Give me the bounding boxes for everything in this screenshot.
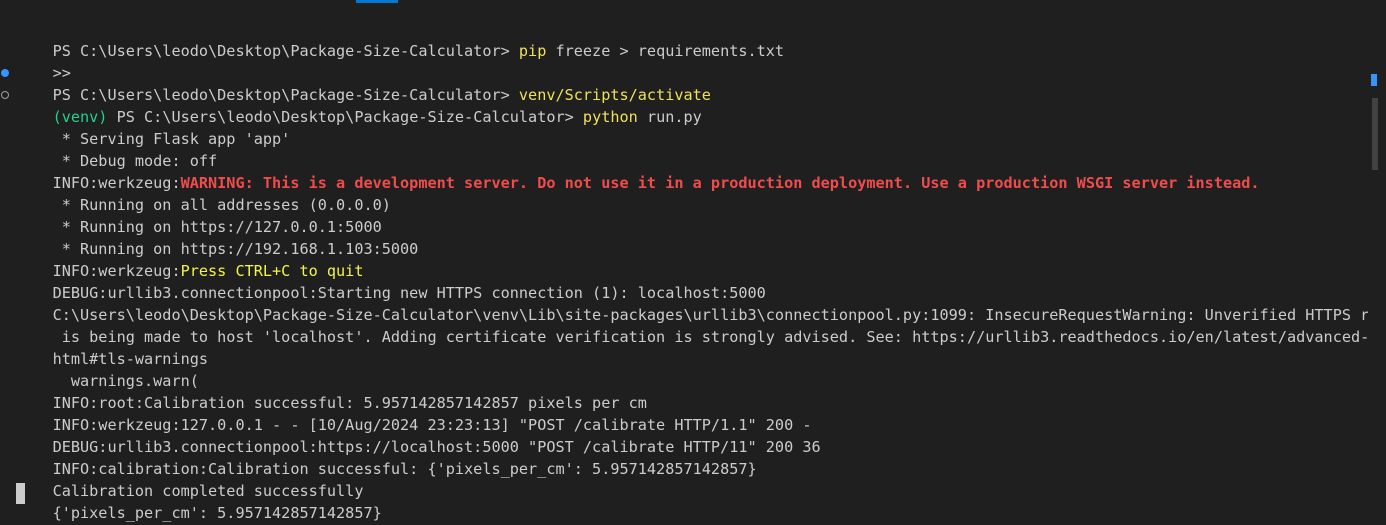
terminal-line-4: (venv) PS C:\Users\leodo\Desktop\Package… [16, 84, 702, 126]
output-text: {'pixels_per_cm': 5.957142857142857} [52, 504, 382, 522]
terminal-line-21: Calibration completed successfully [16, 458, 364, 500]
scrollbar-thumb[interactable] [1372, 98, 1378, 170]
terminal-line-14: is being made to host 'localhost'. Addin… [16, 304, 1386, 346]
command-name: python [582, 108, 638, 126]
command-args: run.py [637, 108, 702, 126]
terminal-line-10: * Running on https://192.168.1.103:5000 [16, 216, 419, 258]
active-tab-indicator [356, 0, 398, 3]
terminal-line-22: {'pixels_per_cm': 5.957142857142857} [16, 480, 382, 522]
terminal-line-6: * Debug mode: off [16, 128, 217, 170]
output-text: is being made to host 'localhost'. Addin… [52, 328, 1386, 346]
terminal-line-20: INFO:calibration:Calibration successful:… [16, 436, 757, 478]
terminal-line-2: >> [16, 40, 71, 82]
terminal-line-12: DEBUG:urllib3.connectionpool:Starting ne… [16, 260, 766, 302]
terminal-cursor [16, 483, 25, 504]
terminal-line-15: html#tls-warnings [16, 326, 208, 368]
command-name: pip [518, 42, 547, 60]
terminal-line-8: * Running on all addresses (0.0.0.0) [16, 172, 391, 214]
terminal-line-7: INFO:werkzeug:WARNING: This is a develop… [16, 150, 1260, 192]
terminal-output[interactable]: PS C:\Users\leodo\Desktop\Package-Size-C… [0, 18, 1386, 525]
terminal-line-9: * Running on https://127.0.0.1:5000 [16, 194, 382, 236]
terminal-line-5: * Serving Flask app 'app' [16, 106, 291, 148]
terminal-line-1: PS C:\Users\leodo\Desktop\Package-Size-C… [16, 18, 785, 60]
terminal-line-13: C:\Users\leodo\Desktop\Package-Size-Calc… [16, 282, 1386, 324]
terminal-line-18: INFO:werkzeug:127.0.0.1 - - [10/Aug/2024… [16, 392, 812, 434]
terminal-line-19: DEBUG:urllib3.connectionpool:https://loc… [16, 414, 821, 456]
prompt-text: PS C:\Users\leodo\Desktop\Package-Size-C… [52, 42, 519, 60]
terminal-line-11: INFO:werkzeug:Press CTRL+C to quit [16, 238, 364, 280]
terminal-line-3: PS C:\Users\leodo\Desktop\Package-Size-C… [16, 62, 711, 104]
terminal-line-17: INFO:root:Calibration successful: 5.9571… [16, 370, 647, 412]
terminal-line-16: warnings.warn( [16, 348, 199, 390]
scrollbar-overview-marker [1371, 74, 1377, 86]
command-running-dot-icon[interactable] [1, 91, 9, 99]
command-success-dot-icon[interactable] [1, 69, 9, 77]
terminal-scrollbar[interactable] [1368, 18, 1386, 525]
command-args: freeze > requirements.txt [546, 42, 785, 60]
